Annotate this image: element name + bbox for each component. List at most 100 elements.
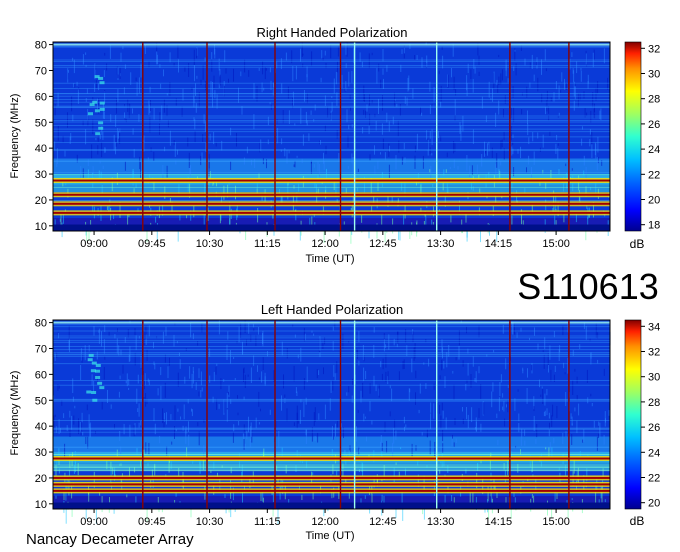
noise-streak: [460, 125, 462, 141]
edge-band: [53, 224, 610, 231]
noise-streak: [68, 340, 70, 350]
noise-streak: [566, 83, 568, 90]
noise-streak: [368, 53, 370, 69]
noise-streak: [571, 52, 573, 57]
noise-streak: [512, 134, 514, 138]
noise-streak: [244, 374, 246, 388]
noise-streak: [455, 357, 457, 361]
noise-streak: [224, 494, 226, 498]
noise-streak: [403, 359, 405, 369]
x-tick-label: 10:30: [196, 238, 224, 250]
emission-band-core: [53, 483, 610, 486]
x-axis-label: Time (UT): [305, 530, 354, 542]
noise-streak: [261, 371, 263, 383]
noise-streak: [359, 52, 361, 62]
noise-streak: [591, 403, 593, 407]
noise-streak: [542, 388, 544, 404]
noise-streak: [303, 401, 305, 418]
noise-streak: [557, 148, 559, 160]
y-tick-label: 10: [35, 221, 47, 233]
noise-streak: [53, 415, 55, 430]
noise-streak: [596, 436, 598, 451]
noise-streak: [320, 77, 322, 83]
noise-streak: [303, 378, 305, 390]
noise-streak: [466, 326, 467, 334]
noise-streak: [562, 325, 564, 336]
noise-streak: [571, 168, 573, 171]
noise-streak: [88, 414, 90, 429]
panel-title: Right Handed Polarization: [256, 25, 407, 40]
noise-streak: [103, 366, 105, 380]
noise-streak: [517, 149, 519, 154]
x-tick-label: 15:00: [542, 516, 570, 528]
noise-streak: [269, 409, 271, 415]
noise-streak: [587, 74, 589, 84]
noise-streak: [442, 429, 444, 442]
noise-streak: [514, 49, 516, 52]
noise-streak: [378, 384, 380, 398]
noise-streak: [364, 495, 366, 499]
burst-patch: [99, 81, 105, 85]
noise-streak: [402, 360, 404, 370]
noise-streak: [258, 422, 260, 425]
noise-streak: [556, 406, 558, 419]
interference-line: [53, 454, 610, 455]
noise-streak: [169, 130, 171, 146]
vertical-marker-cyan: [436, 320, 438, 509]
y-tick-label: 40: [35, 143, 47, 155]
colorbar-tick-label: 22: [648, 473, 660, 485]
interference-line: [53, 356, 610, 357]
noise-streak: [505, 65, 507, 77]
noise-streak: [352, 378, 353, 386]
noise-streak: [533, 495, 535, 504]
noise-streak: [366, 436, 367, 442]
noise-streak: [330, 43, 332, 59]
noise-streak: [319, 336, 321, 351]
noise-streak: [497, 82, 499, 93]
x-tick-label: 09:45: [138, 516, 166, 528]
noise-streak: [462, 407, 463, 412]
noise-streak: [550, 170, 552, 179]
burst-patch: [95, 132, 101, 136]
edge-band: [53, 321, 610, 324]
burst-patch: [99, 101, 105, 105]
noise-streak: [595, 143, 597, 159]
noise-streak: [264, 376, 266, 386]
noise-streak: [597, 157, 599, 164]
colorbar-label: dB: [630, 237, 645, 251]
interference-line: [53, 399, 610, 401]
noise-streak: [366, 104, 368, 112]
noise-streak: [126, 494, 128, 498]
noise-streak: [541, 386, 543, 389]
noise-streak: [351, 71, 353, 83]
noise-streak: [313, 164, 315, 168]
noise-streak: [324, 50, 326, 56]
noise-streak: [514, 497, 516, 503]
noise-streak: [546, 90, 548, 101]
noise-streak: [202, 134, 204, 142]
noise-streak: [153, 151, 155, 162]
noise-streak: [377, 160, 379, 170]
noise-streak: [500, 73, 502, 85]
noise-streak: [457, 166, 459, 170]
burst-patch: [88, 112, 93, 116]
noise-streak: [414, 55, 416, 60]
noise-streak: [348, 71, 350, 87]
noise-streak: [552, 404, 554, 417]
noise-streak: [201, 387, 203, 392]
noise-streak: [371, 100, 373, 104]
vertical-marker-red: [568, 320, 570, 509]
noise-streak: [276, 119, 278, 124]
noise-streak: [421, 432, 423, 436]
noise-streak: [580, 70, 582, 82]
noise-streak: [57, 125, 59, 141]
noise-streak: [137, 408, 139, 412]
noise-streak: [135, 77, 137, 82]
noise-streak: [198, 431, 200, 446]
noise-streak: [521, 109, 523, 115]
noise-streak: [255, 417, 257, 429]
noise-streak: [262, 61, 264, 75]
x-tick-label: 11:15: [254, 238, 281, 250]
burst-patch: [94, 109, 100, 113]
noise-streak: [496, 153, 498, 168]
